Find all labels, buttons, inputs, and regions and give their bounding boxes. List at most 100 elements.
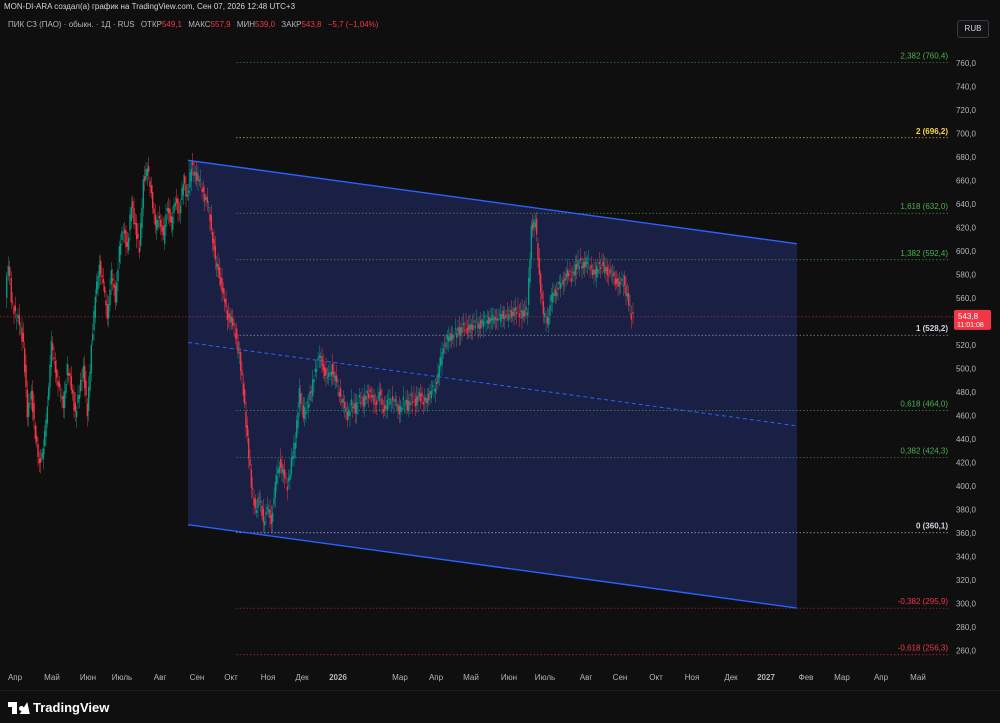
fib-level-label: 2,382 (760,4) xyxy=(900,51,948,60)
x-axis-tick-label: Апр xyxy=(429,673,444,682)
candle-body xyxy=(427,393,430,401)
x-axis-tick-label: Июль xyxy=(535,673,555,682)
candle-body xyxy=(325,367,327,376)
candle-body xyxy=(433,389,435,391)
candle-body xyxy=(121,231,123,240)
candle-body xyxy=(477,322,479,329)
candle-body xyxy=(237,340,239,354)
candle-body xyxy=(614,278,617,285)
candle-body xyxy=(127,237,130,251)
x-axis-tick-label: Апр xyxy=(874,673,889,682)
candle-body xyxy=(30,390,33,400)
candle-body xyxy=(411,401,414,404)
footer-bar: TradingView xyxy=(0,690,1000,723)
candle-body xyxy=(489,318,491,324)
candle-body xyxy=(122,231,125,233)
y-axis-tick-label: 520,0 xyxy=(956,341,977,350)
candle-body xyxy=(277,468,279,474)
candle-body xyxy=(479,320,482,329)
candle-body xyxy=(281,463,283,473)
x-axis-tick-label: Май xyxy=(44,673,60,682)
candle-body xyxy=(290,457,293,475)
candle-body xyxy=(537,243,539,261)
candle-body xyxy=(258,497,261,498)
candle-body xyxy=(21,327,23,342)
candle-body xyxy=(47,387,50,401)
candle-body xyxy=(402,396,405,401)
candle-body xyxy=(343,402,346,409)
fib-level-label: -0,618 (256,3) xyxy=(898,644,949,653)
candle-body xyxy=(611,274,614,276)
tradingview-logo[interactable]: TradingView xyxy=(8,697,109,717)
candle-body xyxy=(6,275,8,298)
candle-body xyxy=(123,229,126,234)
candle-body xyxy=(11,301,14,303)
y-axis-tick-label: 380,0 xyxy=(956,505,977,514)
candle-body xyxy=(354,403,357,414)
candle-body xyxy=(29,402,31,404)
candle-body xyxy=(351,406,354,409)
candle-body xyxy=(177,199,179,214)
candle-body xyxy=(558,281,561,285)
candle-body xyxy=(630,313,633,320)
price-chart[interactable]: 2,382 (760,4) 2 (696,2) 1,618 (632,0) 1,382… xyxy=(0,0,1000,690)
candle-body xyxy=(495,318,498,321)
candle-body xyxy=(461,326,463,333)
candle-body xyxy=(378,392,381,402)
x-axis-tick-label: Июн xyxy=(80,673,96,682)
currency-button[interactable]: RUB xyxy=(957,20,989,38)
candle-body xyxy=(415,396,418,406)
candle-body xyxy=(358,394,361,397)
candle-body xyxy=(394,398,397,403)
candle-body xyxy=(166,208,169,212)
candle-body xyxy=(315,369,318,372)
candle-body xyxy=(126,242,129,247)
candle-body xyxy=(327,372,330,377)
candle-body xyxy=(118,246,121,263)
candle-body xyxy=(561,279,563,281)
x-axis-tick-label: 2027 xyxy=(757,673,775,682)
candle-body xyxy=(170,216,173,223)
candle-body xyxy=(506,310,509,312)
candle-body xyxy=(603,265,606,273)
candle-body xyxy=(77,394,79,403)
candle-body xyxy=(34,425,37,439)
candle-body xyxy=(323,367,326,377)
symbol-legend: ПИК СЗ (ПАО) · обыкн. · 1Д · RUS ОТКР549… xyxy=(8,18,378,32)
candle-body xyxy=(225,299,227,308)
candle-body xyxy=(53,357,55,360)
symbol-name[interactable]: ПИК СЗ (ПАО) · обыкн. · 1Д · RUS xyxy=(8,20,135,29)
candle-body xyxy=(513,308,515,317)
candle-body xyxy=(109,289,111,306)
candle-body xyxy=(390,402,393,403)
candle-body xyxy=(514,307,517,311)
candle-body xyxy=(551,292,554,303)
candle-body xyxy=(243,388,246,405)
candle-body xyxy=(449,334,451,342)
candle-body xyxy=(294,443,297,449)
candle-body xyxy=(169,208,171,222)
candle-body xyxy=(269,509,271,518)
candle-body xyxy=(494,316,497,320)
candle-body xyxy=(429,391,431,395)
y-axis-tick-label: 720,0 xyxy=(956,106,977,115)
candle-body xyxy=(386,399,389,410)
candle-body xyxy=(17,314,19,319)
candle-body xyxy=(519,310,522,312)
candle-body xyxy=(271,512,274,522)
candle-body xyxy=(295,420,298,438)
candle-body xyxy=(353,402,355,409)
x-axis-tick-label: Авг xyxy=(580,673,593,682)
candle-body xyxy=(363,395,366,408)
candle-body xyxy=(581,265,583,269)
candle-body xyxy=(439,357,442,367)
candle-body xyxy=(143,176,146,182)
candle-body xyxy=(175,198,178,204)
low-label: МИН xyxy=(236,20,256,29)
candle-body xyxy=(406,399,409,411)
candle-body xyxy=(85,380,87,396)
x-axis-tick-label: Май xyxy=(910,673,926,682)
candle-body xyxy=(241,370,243,376)
x-axis-tick-label: 2026 xyxy=(329,673,347,682)
candle-body xyxy=(330,372,333,377)
